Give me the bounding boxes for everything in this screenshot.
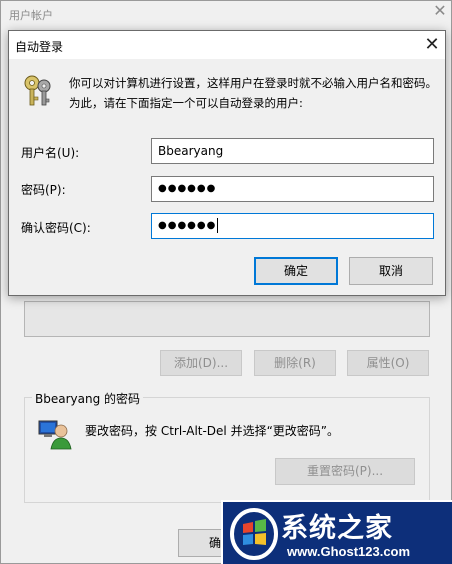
confirm-password-label: 确认密码(C):	[21, 221, 91, 235]
password-field[interactable]: ●●●●●●	[151, 176, 434, 202]
password-label: 密码(P):	[21, 183, 66, 197]
password-hint: 要改密码，按 Ctrl-Alt-Del 并选择“更改密码”。	[85, 424, 340, 438]
watermark-banner: 系统之家 www.Ghost123.com	[221, 500, 452, 564]
text-caret	[217, 217, 219, 233]
ok-button[interactable]: 确定	[254, 257, 338, 285]
dialog-title: 自动登录	[15, 40, 64, 54]
reset-password-button[interactable]: 重置密码(P)...	[275, 458, 415, 485]
password-group-title: Bbearyang 的密码	[32, 390, 144, 407]
password-group	[24, 397, 430, 503]
user-computer-icon	[37, 415, 73, 451]
dialog-description: 你可以对计算机进行设置，这样用户在登录时就不必输入用户名和密码。为此，请在下面指…	[69, 76, 437, 110]
auto-login-dialog: 自动登录 ✕ 你可以对计算机进行设置，这样用户在登录时就不必输入用户名和密码。为…	[8, 30, 446, 296]
confirm-password-value: ●●●●●●	[158, 220, 217, 231]
dialog-titlebar	[9, 31, 445, 59]
remove-user-button[interactable]: 删除(R)	[254, 350, 336, 376]
watermark-title: 系统之家	[281, 513, 393, 544]
username-label: 用户名(U):	[21, 146, 80, 160]
window-title: 用户帐户	[9, 9, 53, 22]
username-field[interactable]: Bbearyang	[151, 138, 434, 164]
windows-logo-icon	[229, 506, 279, 560]
keys-icon	[21, 73, 55, 109]
add-user-button[interactable]: 添加(D)...	[160, 350, 242, 376]
close-icon[interactable]: ✕	[422, 35, 442, 55]
properties-button[interactable]: 属性(O)	[347, 350, 429, 376]
user-list[interactable]	[24, 301, 430, 337]
cancel-button[interactable]: 取消	[349, 257, 433, 285]
close-icon[interactable]: ✕	[432, 3, 448, 19]
confirm-password-field[interactable]: ●●●●●●	[151, 213, 434, 239]
watermark-url: www.Ghost123.com	[287, 544, 411, 559]
